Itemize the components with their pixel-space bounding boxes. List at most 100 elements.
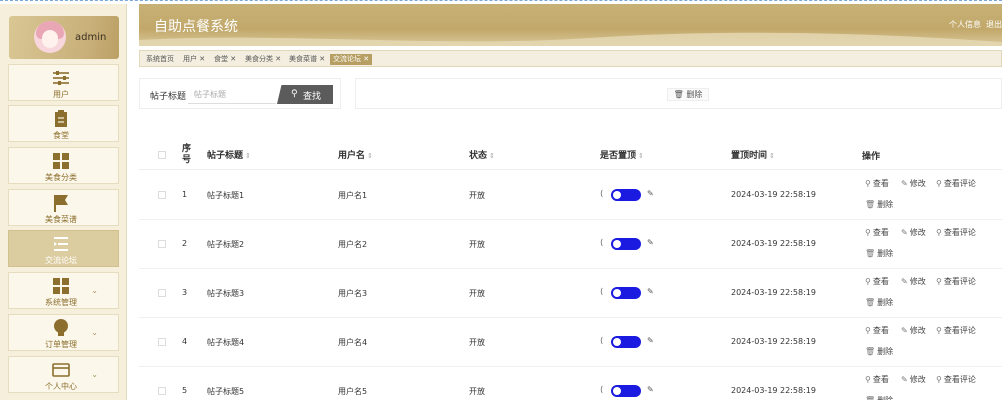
batch-delete-button[interactable]: 🗑 删除 — [667, 88, 709, 101]
sidebar-item-forum[interactable]: 交流论坛 — [8, 230, 119, 267]
delete-label: 删除 — [877, 396, 893, 400]
col-pin-time[interactable]: 置顶时间 ⇕ — [731, 148, 775, 161]
search-icon: ⚲ — [865, 179, 871, 188]
view-button[interactable]: ⚲ 查看 — [865, 325, 889, 336]
view-label: 查看 — [872, 326, 889, 335]
share-icon: ⟨ — [600, 287, 604, 296]
search-button[interactable]: ⚲ 查找 — [277, 85, 333, 104]
delete-button[interactable]: 🗑删除 — [865, 199, 893, 210]
sidebar-item-label: 美食菜谱 — [45, 215, 77, 224]
col-status[interactable]: 状态 ⇕ — [469, 148, 495, 161]
row-checkbox[interactable] — [158, 338, 166, 346]
cell-username: 用户名1 — [338, 191, 368, 200]
user-name: admin — [75, 32, 107, 43]
cell-pin-time: 2024-03-19 22:58:19 — [731, 190, 816, 199]
search-icon: ⚲ — [936, 277, 942, 286]
view-button[interactable]: ⚲ 查看 — [865, 178, 889, 189]
edit-label: 修改 — [909, 326, 926, 335]
view-comments-button[interactable]: ⚲ 查看评论 — [936, 276, 976, 287]
view-button[interactable]: ⚲ 查看 — [865, 227, 889, 238]
action-bar: 🗑 删除 — [355, 78, 1002, 109]
pinned-toggle[interactable] — [611, 189, 641, 201]
app-title: 自助点餐系统 — [154, 19, 238, 35]
col-pinned-label: 是否置顶 — [600, 151, 637, 161]
tab-home[interactable]: 系统首页 — [146, 54, 174, 65]
sidebar-item-canteen[interactable]: 食堂 — [8, 105, 119, 142]
row-checkbox[interactable] — [158, 191, 166, 199]
table-row: 5 帖子标题5 用户名5 开放 ⟨ ✎ 2024-03-19 22:58:19 ⚲ 查看 ✎ 修改 ⚲… — [139, 367, 1002, 400]
sidebar-item-food-recipe[interactable]: 美食菜谱 — [8, 189, 119, 226]
edit-label: 修改 — [909, 228, 926, 237]
tab-canteen[interactable]: 食堂 ✕ — [214, 54, 236, 65]
header-wave — [139, 32, 1002, 46]
edit-button[interactable]: ✎ 修改 — [901, 227, 926, 238]
sidebar: admin 用户 食堂 美食分类 美食菜谱 交流论坛 系统管理 ⌄ 订单管理 ⌄… — [0, 4, 127, 400]
search-icon: ⚲ — [865, 326, 871, 335]
pinned-toggle[interactable] — [611, 336, 641, 348]
select-all-checkbox[interactable] — [158, 151, 166, 159]
search-input[interactable] — [188, 86, 276, 104]
edit-icon: ✎ — [901, 277, 908, 286]
view-comments-button[interactable]: ⚲ 查看评论 — [936, 227, 976, 238]
trash-icon: 🗑 — [865, 200, 876, 209]
row-checkbox[interactable] — [158, 289, 166, 297]
edit-button[interactable]: ✎ 修改 — [901, 374, 926, 385]
row-checkbox[interactable] — [158, 387, 166, 395]
sidebar-item-profile[interactable]: 个人中心 ⌄ — [8, 356, 119, 393]
pinned-toggle[interactable] — [611, 238, 641, 250]
table-row: 4 帖子标题4 用户名4 开放 ⟨ ✎ 2024-03-19 22:58:19 ⚲ 查看 ✎ 修改 ⚲… — [139, 318, 1002, 367]
sort-icon: ⇕ — [638, 152, 644, 160]
search-icon: ⚲ — [865, 375, 871, 384]
table-row: 2 帖子标题2 用户名2 开放 ⟨ ✎ 2024-03-19 22:58:19 ⚲ 查看 ✎ 修改 ⚲… — [139, 220, 1002, 269]
tab-food-category[interactable]: 美食分类 ✕ — [245, 54, 281, 65]
cell-index: 4 — [182, 337, 188, 346]
delete-button[interactable]: 🗑删除 — [865, 395, 893, 400]
view-comments-label: 查看评论 — [943, 228, 976, 237]
sliders-icon — [53, 71, 69, 85]
table-row: 1 帖子标题1 用户名1 开放 ⟨ ✎ 2024-03-19 22:58:19 ⚲ 查看 ✎ 修改 ⚲… — [139, 171, 1002, 220]
cell-index: 1 — [182, 190, 188, 199]
table-row: 3 帖子标题3 用户名3 开放 ⟨ ✎ 2024-03-19 22:58:19 ⚲ 查看 ✎ 修改 ⚲… — [139, 269, 1002, 318]
clipboard-icon — [55, 110, 67, 127]
delete-button[interactable]: 🗑删除 — [865, 297, 893, 308]
pencil-icon: ✎ — [647, 238, 654, 247]
logout-link[interactable]: 退出 — [986, 20, 1002, 29]
profile-link[interactable]: 个人信息 — [949, 20, 981, 29]
view-comments-label: 查看评论 — [943, 179, 976, 188]
pinned-toggle[interactable] — [611, 385, 641, 397]
edit-icon: ✎ — [901, 228, 908, 237]
edit-button[interactable]: ✎ 修改 — [901, 325, 926, 336]
pencil-icon: ✎ — [647, 385, 654, 394]
batch-delete-label: 删除 — [686, 90, 703, 99]
sidebar-item-food-category[interactable]: 美食分类 — [8, 147, 119, 184]
trash-icon: 🗑 — [865, 347, 876, 356]
sidebar-item-label: 美食分类 — [45, 173, 77, 182]
pinned-toggle[interactable] — [611, 287, 641, 299]
view-button[interactable]: ⚲ 查看 — [865, 276, 889, 287]
col-username[interactable]: 用户名 ⇕ — [338, 148, 373, 161]
tab-forum[interactable]: 交流论坛 ✕ — [330, 54, 373, 65]
col-title[interactable]: 帖子标题 ⇕ — [207, 148, 251, 161]
tab-users[interactable]: 用户 ✕ — [183, 54, 205, 65]
edit-button[interactable]: ✎ 修改 — [901, 178, 926, 189]
share-icon: ⟨ — [600, 189, 604, 198]
cell-username: 用户名5 — [338, 387, 368, 396]
user-card: admin — [9, 16, 119, 59]
delete-button[interactable]: 🗑删除 — [865, 346, 893, 357]
row-checkbox[interactable] — [158, 240, 166, 248]
sidebar-item-system[interactable]: 系统管理 ⌄ — [8, 272, 119, 309]
avatar[interactable] — [34, 21, 66, 53]
view-comments-button[interactable]: ⚲ 查看评论 — [936, 374, 976, 385]
cell-index: 3 — [182, 288, 188, 297]
view-button[interactable]: ⚲ 查看 — [865, 374, 889, 385]
delete-button[interactable]: 🗑删除 — [865, 248, 893, 259]
edit-label: 修改 — [909, 277, 926, 286]
edit-button[interactable]: ✎ 修改 — [901, 276, 926, 287]
sidebar-item-orders[interactable]: 订单管理 ⌄ — [8, 314, 119, 351]
col-pinned[interactable]: 是否置顶 ⇕ — [600, 148, 644, 161]
view-comments-button[interactable]: ⚲ 查看评论 — [936, 325, 976, 336]
sidebar-item-users[interactable]: 用户 — [8, 64, 119, 101]
view-comments-button[interactable]: ⚲ 查看评论 — [936, 178, 976, 189]
tab-food-recipe[interactable]: 美食菜谱 ✕ — [289, 54, 325, 65]
col-index: 序号 — [182, 144, 192, 165]
